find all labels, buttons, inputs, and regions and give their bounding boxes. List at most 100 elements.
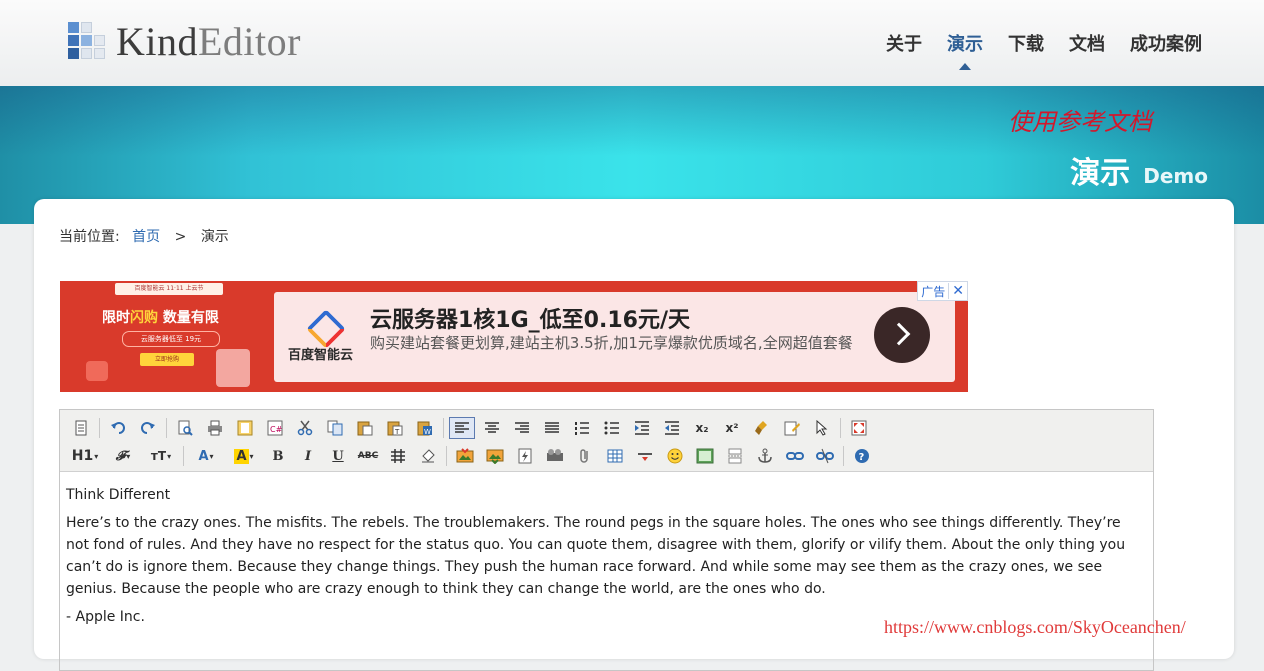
paste-icon[interactable] [352, 417, 378, 439]
copy-icon[interactable] [322, 417, 348, 439]
align-justify-icon[interactable] [539, 417, 565, 439]
align-center-icon[interactable] [479, 417, 505, 439]
ad-promo-image[interactable]: 百度智能云 11·11 上云节 限时闪购 数量有限 云服务器低至 19元 立即抢… [60, 281, 274, 392]
toolbar-separator [99, 418, 100, 438]
hilitecolor-icon[interactable]: A ▾ [227, 445, 261, 467]
main-nav: 关于 演示 下载 文档 成功案例 [886, 30, 1202, 70]
fontsize-dropdown[interactable]: тT ▾ [144, 445, 178, 467]
baidumap-icon[interactable] [692, 445, 718, 467]
multiimage-icon[interactable] [482, 445, 508, 467]
anchor-icon[interactable] [752, 445, 778, 467]
ad-buy-button[interactable]: 立即抢购 [140, 353, 194, 366]
breadcrumb-home[interactable]: 首页 [132, 229, 160, 245]
toolbar-separator [166, 418, 167, 438]
indent-icon[interactable] [629, 417, 655, 439]
wordpaste-icon[interactable]: W [412, 417, 438, 439]
ad-flash-pre: 限时 [102, 310, 130, 326]
toolbar-separator [840, 418, 841, 438]
media-icon[interactable] [542, 445, 568, 467]
editor-toolbar: C# T W x₂ x² H1 ▾ 𝓕 ▾ тT ▾ A ▾ A ▾ B I U… [60, 410, 1153, 472]
subscript-icon[interactable]: x₂ [689, 417, 715, 439]
ad-price-line: 云服务器低至 19元 [122, 331, 220, 347]
italic-icon[interactable]: I [295, 445, 321, 467]
link-icon[interactable] [782, 445, 808, 467]
ad-card[interactable]: 百度智能云 云服务器1核1G_低至0.16元/天 购买建站套餐更划算,建站主机3… [274, 292, 955, 382]
heading-dropdown[interactable]: H1 ▾ [68, 445, 102, 467]
emoticons-icon[interactable] [662, 445, 688, 467]
toolbar-separator [183, 446, 184, 466]
coin-stack-icon [86, 361, 108, 381]
heading-label: H1 [71, 448, 94, 464]
breadcrumb-separator: > [174, 229, 187, 245]
ad-mini-bar: 百度智能云 11·11 上云节 [115, 283, 223, 295]
image-icon[interactable] [452, 445, 478, 467]
cut-icon[interactable] [292, 417, 318, 439]
ad-arrow-button[interactable] [874, 307, 930, 363]
table-icon[interactable] [602, 445, 628, 467]
template-icon[interactable] [232, 417, 258, 439]
selectall-icon[interactable] [809, 417, 835, 439]
logo-kind: Kind [116, 19, 198, 64]
content-body: Here’s to the crazy ones. The misfits. T… [66, 515, 1126, 597]
forecolor-icon[interactable]: A ▾ [189, 445, 223, 467]
logo-editor: Editor [198, 19, 301, 64]
clearhtml-icon[interactable] [749, 417, 775, 439]
code-icon[interactable]: C# [262, 417, 288, 439]
preview-icon[interactable] [172, 417, 198, 439]
ad-banner[interactable]: 百度智能云 11·11 上云节 限时闪购 数量有限 云服务器低至 19元 立即抢… [60, 281, 968, 392]
svg-text:T: T [394, 428, 400, 436]
reference-docs-link[interactable]: 使用参考文档 [1008, 102, 1152, 137]
outdent-icon[interactable] [659, 417, 685, 439]
chevron-down-icon: ▾ [209, 451, 214, 461]
nav-download[interactable]: 下载 [1008, 30, 1044, 56]
nav-demo[interactable]: 演示 [947, 30, 983, 70]
svg-text:W: W [424, 428, 431, 436]
flash-icon[interactable] [512, 445, 538, 467]
ordered-list-icon[interactable] [569, 417, 595, 439]
logo-grid-icon [66, 20, 108, 64]
ad-description: 购买建站套餐更划算,建站主机3.5折,加1元享爆款优质域名,全网超值套餐 [370, 334, 853, 352]
ad-close-icon[interactable]: ✕ [948, 283, 967, 299]
nav-docs[interactable]: 文档 [1069, 30, 1105, 56]
quickformat-icon[interactable] [779, 417, 805, 439]
chevron-down-icon: ▾ [249, 451, 254, 461]
nav-cases[interactable]: 成功案例 [1130, 30, 1202, 56]
undo-icon[interactable] [105, 417, 131, 439]
chevron-down-icon: ▾ [126, 451, 131, 461]
about-icon[interactable]: ? [849, 445, 875, 467]
watermark-url: https://www.cnblogs.com/SkyOceanchen/ [884, 617, 1186, 637]
insertfile-icon[interactable] [572, 445, 598, 467]
hr-icon[interactable] [632, 445, 658, 467]
redo-icon[interactable] [135, 417, 161, 439]
fontname-dropdown[interactable]: 𝓕 ▾ [106, 445, 140, 467]
ad-flash-sale: 限时闪购 数量有限 [102, 307, 219, 327]
breadcrumb-current: 演示 [200, 229, 229, 245]
toolbar-row-1: C# T W x₂ x² [68, 414, 1147, 442]
source-icon[interactable] [68, 417, 94, 439]
nav-about[interactable]: 关于 [886, 30, 922, 56]
fullscreen-icon[interactable] [846, 417, 872, 439]
baidu-cloud-icon [306, 309, 346, 349]
chevron-down-icon: ▾ [94, 451, 99, 461]
strikethrough-icon[interactable]: ABC [355, 445, 381, 467]
plainpaste-icon[interactable]: T [382, 417, 408, 439]
toolbar-separator [443, 418, 444, 438]
print-icon[interactable] [202, 417, 228, 439]
lineheight-icon[interactable] [385, 445, 411, 467]
ad-headline[interactable]: 云服务器1核1G_低至0.16元/天 [370, 302, 690, 334]
site-header: KindEditor 关于 演示 下载 文档 成功案例 [0, 0, 1264, 87]
content-title: Think Different [66, 487, 171, 503]
align-right-icon[interactable] [509, 417, 535, 439]
superscript-icon[interactable]: x² [719, 417, 745, 439]
align-left-icon[interactable] [449, 417, 475, 439]
unordered-list-icon[interactable] [599, 417, 625, 439]
pagebreak-icon[interactable] [722, 445, 748, 467]
ad-flash-post: 数量有限 [162, 310, 219, 326]
removeformat-icon[interactable] [415, 445, 441, 467]
unlink-icon[interactable] [812, 445, 838, 467]
bold-icon[interactable]: B [265, 445, 291, 467]
breadcrumb: 当前位置: 首页 > 演示 [59, 226, 229, 246]
ad-brand: 百度智能云 [288, 348, 354, 363]
underline-icon[interactable]: U [325, 445, 351, 467]
toolbar-separator [446, 446, 447, 466]
